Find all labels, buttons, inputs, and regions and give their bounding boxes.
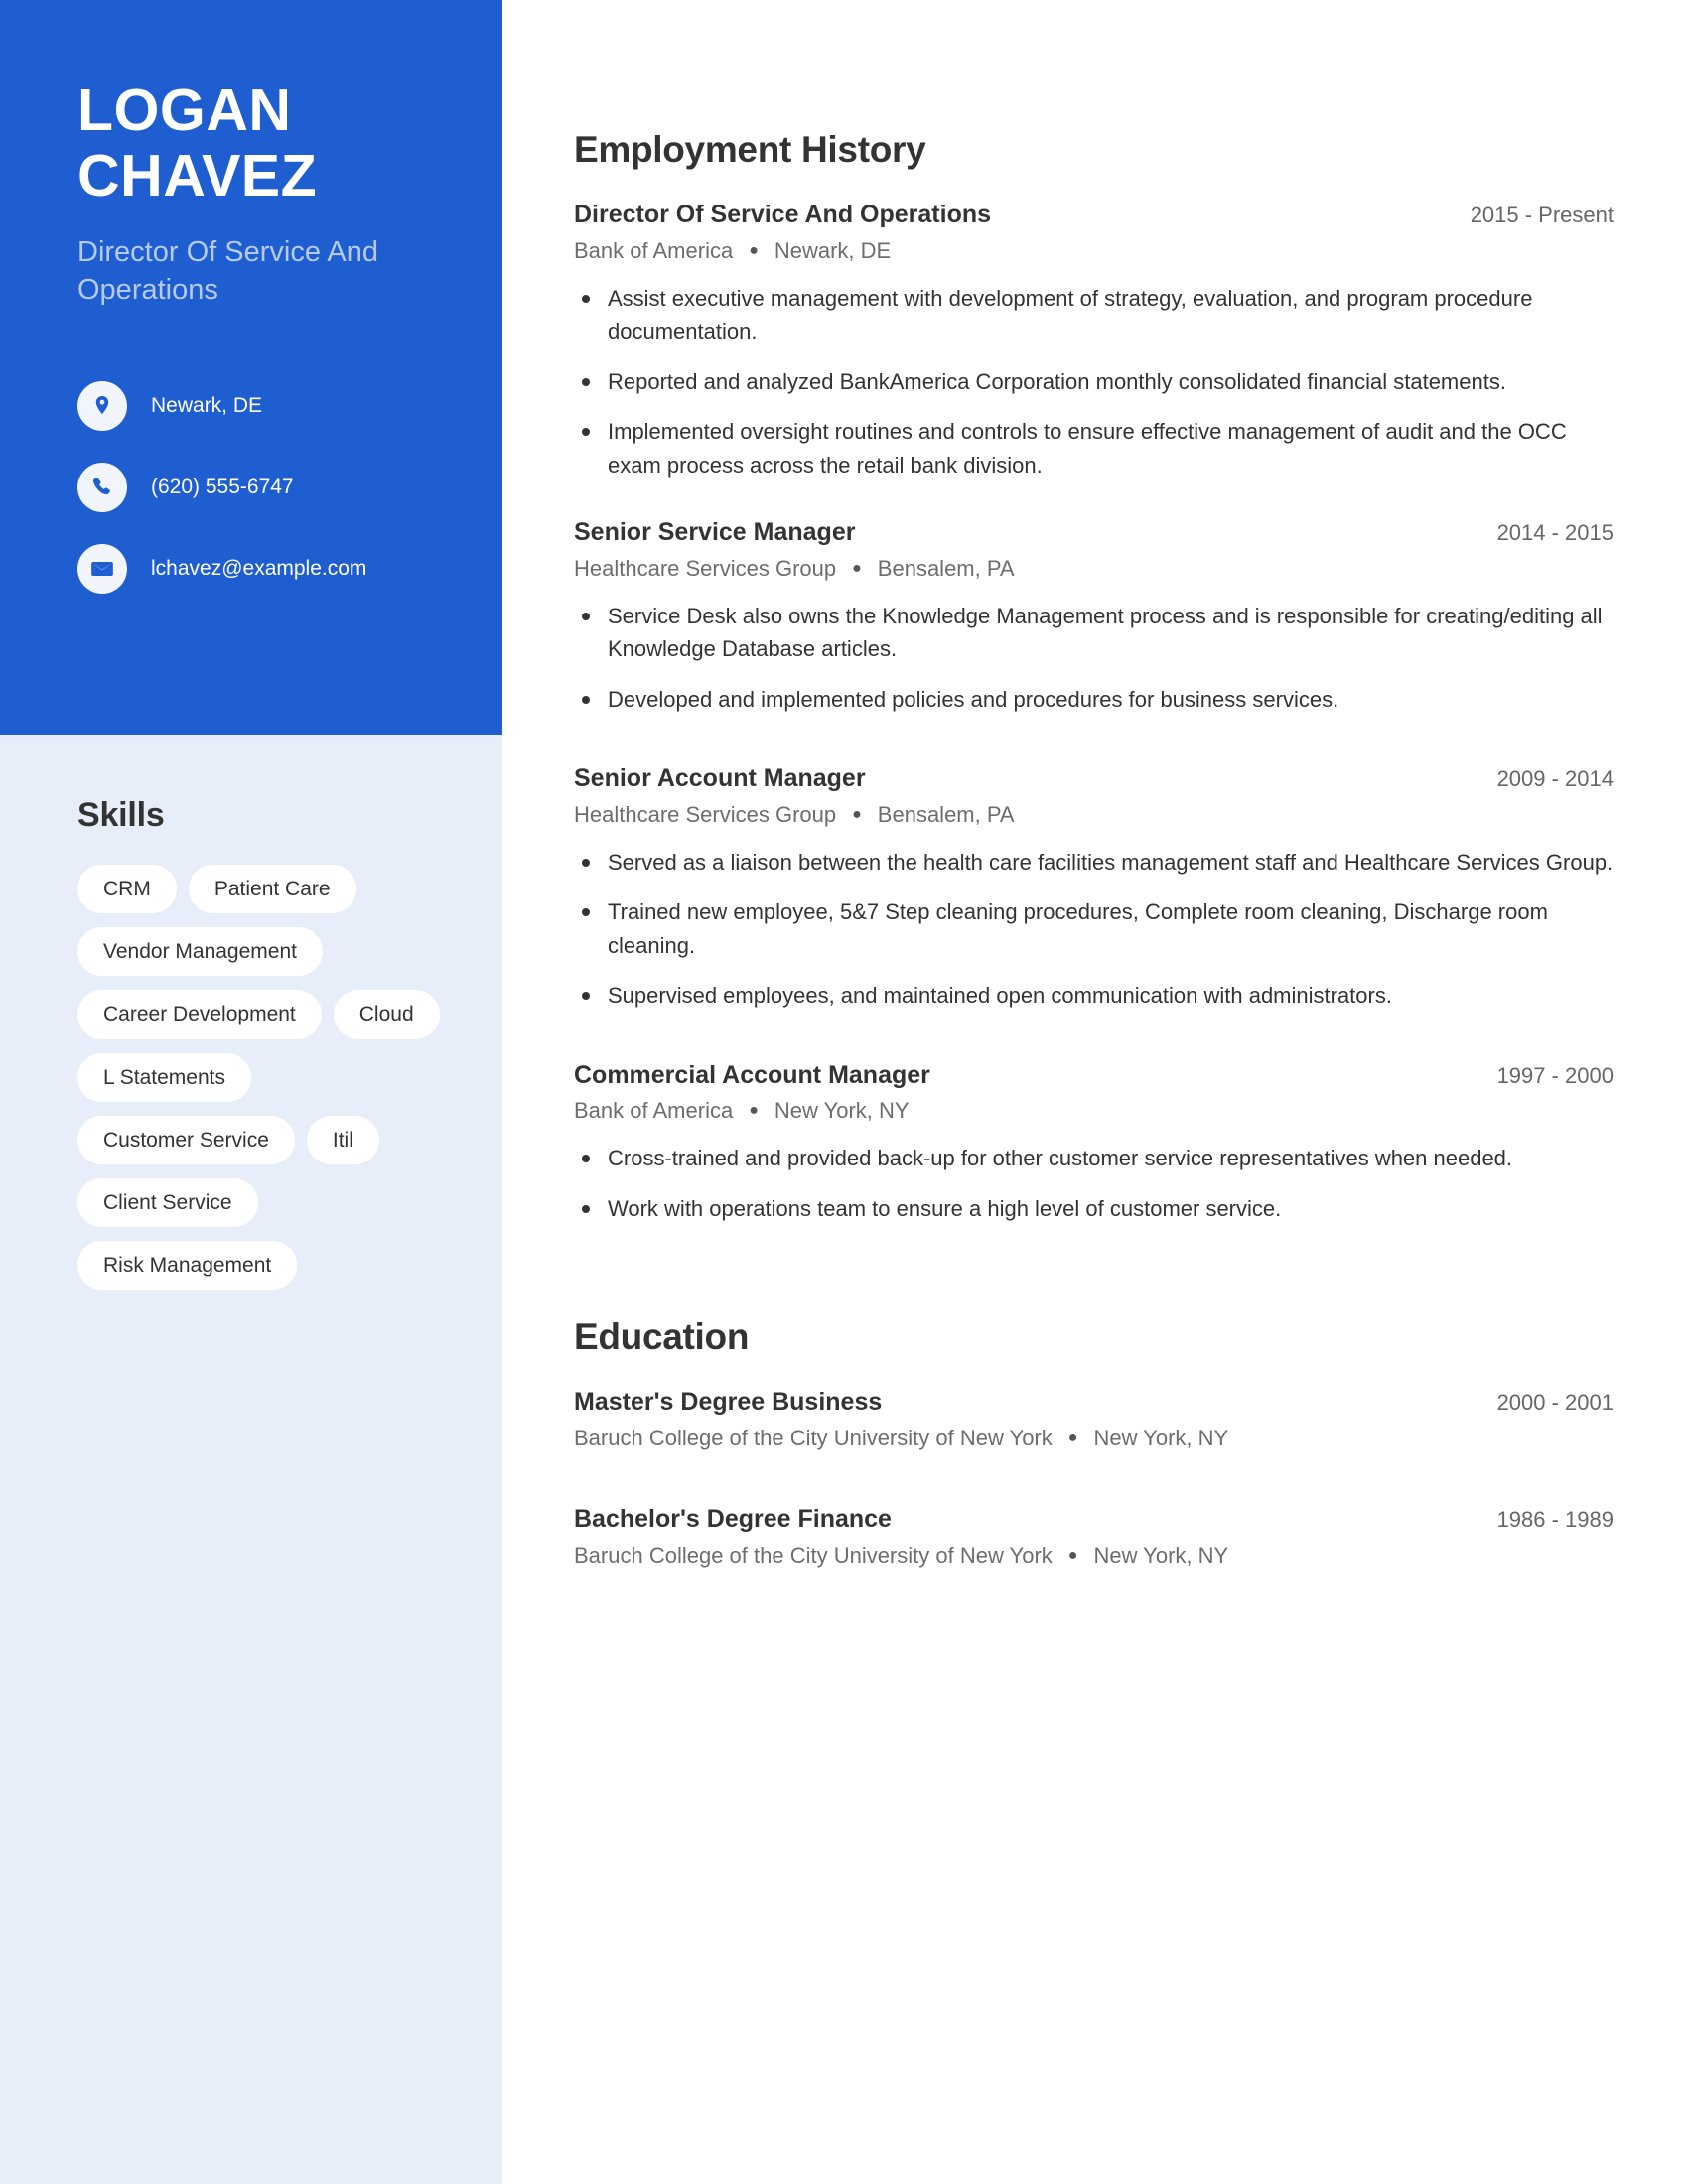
entry-location: New York, NY bbox=[1093, 1542, 1229, 1568]
entry-subtitle: Bank of America ● New York, NY bbox=[574, 1098, 1614, 1124]
employment-history-heading: Employment History bbox=[574, 129, 926, 170]
sidebar-header: LOGAN CHAVEZ Director Of Service And Ope… bbox=[0, 0, 502, 735]
entry-company: Bank of America bbox=[574, 1098, 734, 1124]
candidate-job-title: Director Of Service And Operations bbox=[77, 236, 378, 306]
entry-title: Commercial Account Manager bbox=[574, 1060, 930, 1089]
entry-date: 2000 - 2001 bbox=[1496, 1390, 1614, 1416]
entry-location: New York, NY bbox=[774, 1098, 910, 1124]
entry-date: 1997 - 2000 bbox=[1496, 1062, 1614, 1088]
skill-tag[interactable]: Itil bbox=[306, 1115, 379, 1164]
dot-separator-icon: ● bbox=[749, 241, 759, 259]
entry-bullets: Served as a liaison between the health c… bbox=[574, 846, 1614, 1013]
dot-separator-icon: ● bbox=[1067, 1429, 1078, 1446]
skill-tag[interactable]: Client Service bbox=[77, 1177, 258, 1228]
entry-date: 2015 - Present bbox=[1470, 203, 1614, 227]
entry-header: Commercial Account Manager 1997 - 2000 bbox=[574, 1059, 1614, 1093]
entry-header: Bachelor's Degree Finance 1986 - 1989 bbox=[574, 1503, 1614, 1537]
education-entry: Master's Degree Business 2000 - 2001 Bar… bbox=[574, 1386, 1614, 1451]
education-entry: Bachelor's Degree Finance 1986 - 1989 Ba… bbox=[574, 1503, 1614, 1569]
entry-bullets: Assist executive management with develop… bbox=[574, 282, 1614, 481]
last-name: CHAVEZ bbox=[77, 143, 318, 209]
bullet-item: Trained new employee, 5&7 Step cleaning … bbox=[574, 895, 1614, 962]
sidebar: LOGAN CHAVEZ Director Of Service And Ope… bbox=[0, 0, 502, 2184]
contact-item-location[interactable]: Newark, DE bbox=[77, 380, 431, 431]
entry-date: 2009 - 2014 bbox=[1496, 766, 1614, 791]
phone-icon bbox=[77, 462, 127, 512]
entry-subtitle: Bank of America ● Newark, DE bbox=[574, 238, 1614, 264]
entry-bullets: Service Desk also owns the Knowledge Man… bbox=[574, 600, 1614, 716]
bullet-item: Supervised employees, and maintained ope… bbox=[574, 979, 1614, 1012]
dot-separator-icon: ● bbox=[852, 805, 862, 823]
entry-title: Senior Account Manager bbox=[574, 764, 866, 792]
entry-bullets: Cross-trained and provided back-up for o… bbox=[574, 1142, 1614, 1225]
bullet-item: Reported and analyzed BankAmerica Corpor… bbox=[574, 365, 1614, 398]
first-name: LOGAN bbox=[77, 77, 292, 143]
entry-title: Bachelor's Degree Finance bbox=[574, 1504, 892, 1533]
entry-date: 2014 - 2015 bbox=[1496, 519, 1614, 545]
skill-tag[interactable]: Vendor Management bbox=[77, 927, 323, 977]
dot-separator-icon: ● bbox=[852, 559, 862, 577]
skills-section: Skills CRM Patient Care Vendor Managemen… bbox=[0, 735, 502, 1291]
bullet-item: Cross-trained and provided back-up for o… bbox=[574, 1142, 1614, 1174]
dot-separator-icon: ● bbox=[749, 1102, 759, 1120]
contact-phone-text: (620) 555-6747 bbox=[151, 475, 294, 498]
entry-header: Senior Service Manager 2014 - 2015 bbox=[574, 516, 1614, 550]
skill-tag[interactable]: Customer Service bbox=[77, 1115, 295, 1164]
contact-location-text: Newark, DE bbox=[151, 393, 263, 417]
skill-tag[interactable]: Cloud bbox=[333, 990, 440, 1039]
dot-separator-icon: ● bbox=[1067, 1546, 1078, 1564]
contact-item-phone[interactable]: (620) 555-6747 bbox=[77, 462, 431, 512]
entry-date: 1986 - 1989 bbox=[1496, 1506, 1614, 1532]
education-heading: Education bbox=[574, 1316, 750, 1358]
bullet-item: Service Desk also owns the Knowledge Man… bbox=[574, 600, 1614, 666]
main-content: Employment History Director Of Service A… bbox=[502, 0, 1688, 2184]
employment-entry: Senior Account Manager 2009 - 2014 Healt… bbox=[574, 762, 1614, 1013]
entry-subtitle: Baruch College of the City University of… bbox=[574, 1426, 1614, 1451]
entry-company: Healthcare Services Group bbox=[574, 801, 837, 827]
entry-company: Healthcare Services Group bbox=[574, 555, 837, 581]
entry-header: Director Of Service And Operations 2015 … bbox=[574, 199, 1614, 232]
employment-entry: Director Of Service And Operations 2015 … bbox=[574, 199, 1614, 481]
candidate-name: LOGAN CHAVEZ bbox=[77, 77, 431, 208]
contact-email-text: lchavez@example.com bbox=[151, 556, 367, 580]
employment-entry: Commercial Account Manager 1997 - 2000 B… bbox=[574, 1059, 1614, 1226]
email-icon bbox=[77, 543, 127, 594]
contact-list: Newark, DE (620) 555-6747 lchavez@exampl… bbox=[77, 380, 431, 594]
skill-tag[interactable]: CRM bbox=[77, 865, 177, 914]
skill-tag[interactable]: Patient Care bbox=[188, 865, 356, 914]
entry-school: Baruch College of the City University of… bbox=[574, 1542, 1053, 1568]
entry-title: Master's Degree Business bbox=[574, 1388, 883, 1417]
employment-entry: Senior Service Manager 2014 - 2015 Healt… bbox=[574, 516, 1614, 716]
skills-heading: Skills bbox=[77, 796, 165, 834]
entry-school: Baruch College of the City University of… bbox=[574, 1425, 1053, 1450]
bullet-item: Implemented oversight routines and contr… bbox=[574, 415, 1614, 481]
entry-subtitle: Healthcare Services Group ● Bensalem, PA bbox=[574, 556, 1614, 582]
bullet-item: Work with operations team to ensure a hi… bbox=[574, 1192, 1614, 1225]
bullet-item: Assist executive management with develop… bbox=[574, 282, 1614, 348]
skill-tag[interactable]: L Statements bbox=[77, 1052, 251, 1102]
bullet-item: Developed and implemented policies and p… bbox=[574, 683, 1614, 716]
entry-location: Bensalem, PA bbox=[877, 555, 1015, 581]
contact-item-email[interactable]: lchavez@example.com bbox=[77, 543, 431, 594]
entry-subtitle: Healthcare Services Group ● Bensalem, PA bbox=[574, 802, 1614, 828]
resume-page: LOGAN CHAVEZ Director Of Service And Ope… bbox=[0, 0, 1688, 2184]
location-pin-icon bbox=[77, 380, 127, 431]
entry-subtitle: Baruch College of the City University of… bbox=[574, 1543, 1614, 1569]
entry-header: Master's Degree Business 2000 - 2001 bbox=[574, 1386, 1614, 1420]
entry-company: Bank of America bbox=[574, 237, 734, 263]
entry-location: Bensalem, PA bbox=[877, 801, 1015, 827]
skill-tag-list: CRM Patient Care Vendor Management Caree… bbox=[77, 865, 455, 1291]
entry-title: Senior Service Manager bbox=[574, 517, 856, 546]
entry-title: Director Of Service And Operations bbox=[574, 201, 992, 228]
bullet-item: Served as a liaison between the health c… bbox=[574, 846, 1614, 879]
entry-location: Newark, DE bbox=[774, 237, 892, 263]
skill-tag[interactable]: Risk Management bbox=[77, 1241, 298, 1291]
education-section: Education Master's Degree Business 2000 … bbox=[574, 1316, 1614, 1569]
entry-header: Senior Account Manager 2009 - 2014 bbox=[574, 762, 1614, 796]
entry-location: New York, NY bbox=[1093, 1425, 1229, 1450]
skill-tag[interactable]: Career Development bbox=[77, 990, 322, 1039]
